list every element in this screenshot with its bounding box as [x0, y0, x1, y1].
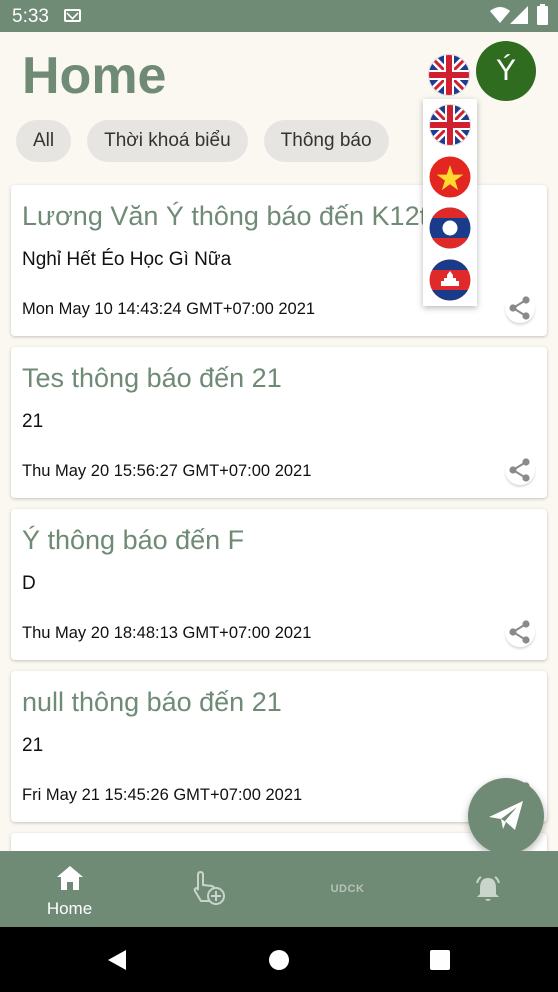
- share-icon[interactable]: [505, 293, 535, 323]
- send-button[interactable]: [468, 778, 544, 854]
- card-body: 21: [22, 411, 44, 432]
- card-body: D: [22, 573, 36, 594]
- send-icon: [489, 801, 523, 830]
- home-circle-icon[interactable]: [269, 950, 289, 970]
- card-date: Thu May 20 15:56:27 GMT+07:00 2021: [22, 462, 312, 480]
- card-body: Nghỉ Hết Éo Học Gì Nữa: [22, 249, 232, 270]
- language-option-vietnam-flag-icon[interactable]: [429, 156, 471, 198]
- udck-logo: UDCK: [330, 883, 365, 895]
- nav-home[interactable]: Home: [0, 851, 139, 927]
- chip-all[interactable]: All: [16, 120, 72, 162]
- home-icon: [57, 866, 83, 890]
- notification-card[interactable]: null thông báo đến 21 21 Fri May 21 15:4…: [11, 671, 547, 822]
- battery-icon: [537, 4, 548, 25]
- status-time: 5:33: [12, 6, 49, 27]
- status-bar: 5:33: [0, 0, 558, 32]
- language-option-uk-flag-icon[interactable]: [429, 104, 471, 146]
- chip-notifications[interactable]: Thông báo: [263, 120, 389, 162]
- recents-icon[interactable]: [430, 950, 450, 970]
- language-selector-uk-flag-icon[interactable]: [428, 54, 470, 96]
- signal-icon: [510, 6, 528, 24]
- card-title: Tes thông báo đến 21: [22, 363, 282, 393]
- card-title: null thông báo đến 21: [22, 687, 282, 717]
- chip-timetable[interactable]: Thời khoá biểu: [87, 120, 248, 162]
- avatar-letter: Ý: [495, 54, 516, 87]
- notification-card[interactable]: Ý thông báo đến F D Thu May 20 18:48:13 …: [11, 509, 547, 660]
- nav-home-label: Home: [46, 899, 93, 918]
- language-option-laos-flag-icon[interactable]: [429, 207, 471, 249]
- touch-add-icon: [193, 871, 225, 905]
- card-date: Mon May 10 14:43:24 GMT+07:00 2021: [22, 300, 316, 318]
- share-icon[interactable]: [505, 455, 535, 485]
- page-title: Home: [22, 47, 167, 105]
- avatar[interactable]: Ý: [476, 41, 536, 101]
- mail-icon: [64, 9, 81, 22]
- bell-icon: [476, 876, 500, 901]
- bottom-navigation: Home UDCK: [0, 851, 558, 927]
- language-option-cambodia-flag-icon[interactable]: [429, 259, 471, 301]
- card-title: Ý thông báo đến F: [22, 525, 245, 555]
- card-date: Fri May 21 15:45:26 GMT+07:00 2021: [22, 786, 303, 804]
- language-menu: [423, 99, 477, 306]
- nav-udck[interactable]: UDCK: [278, 851, 417, 927]
- back-icon[interactable]: [106, 949, 128, 971]
- system-navigation-bar: [0, 927, 558, 992]
- nav-touch-add[interactable]: [139, 851, 278, 927]
- card-date: Thu May 20 18:48:13 GMT+07:00 2021: [22, 624, 312, 642]
- nav-notifications[interactable]: [418, 851, 557, 927]
- card-title: Lương Văn Ý thông báo đến K12tt: [22, 201, 435, 231]
- filter-chips: All Thời khoá biểu Thông báo: [16, 120, 389, 162]
- wifi-icon: [490, 7, 510, 23]
- share-icon[interactable]: [505, 617, 535, 647]
- card-body: 21: [22, 735, 44, 756]
- notification-card[interactable]: Tes thông báo đến 21 21 Thu May 20 15:56…: [11, 347, 547, 498]
